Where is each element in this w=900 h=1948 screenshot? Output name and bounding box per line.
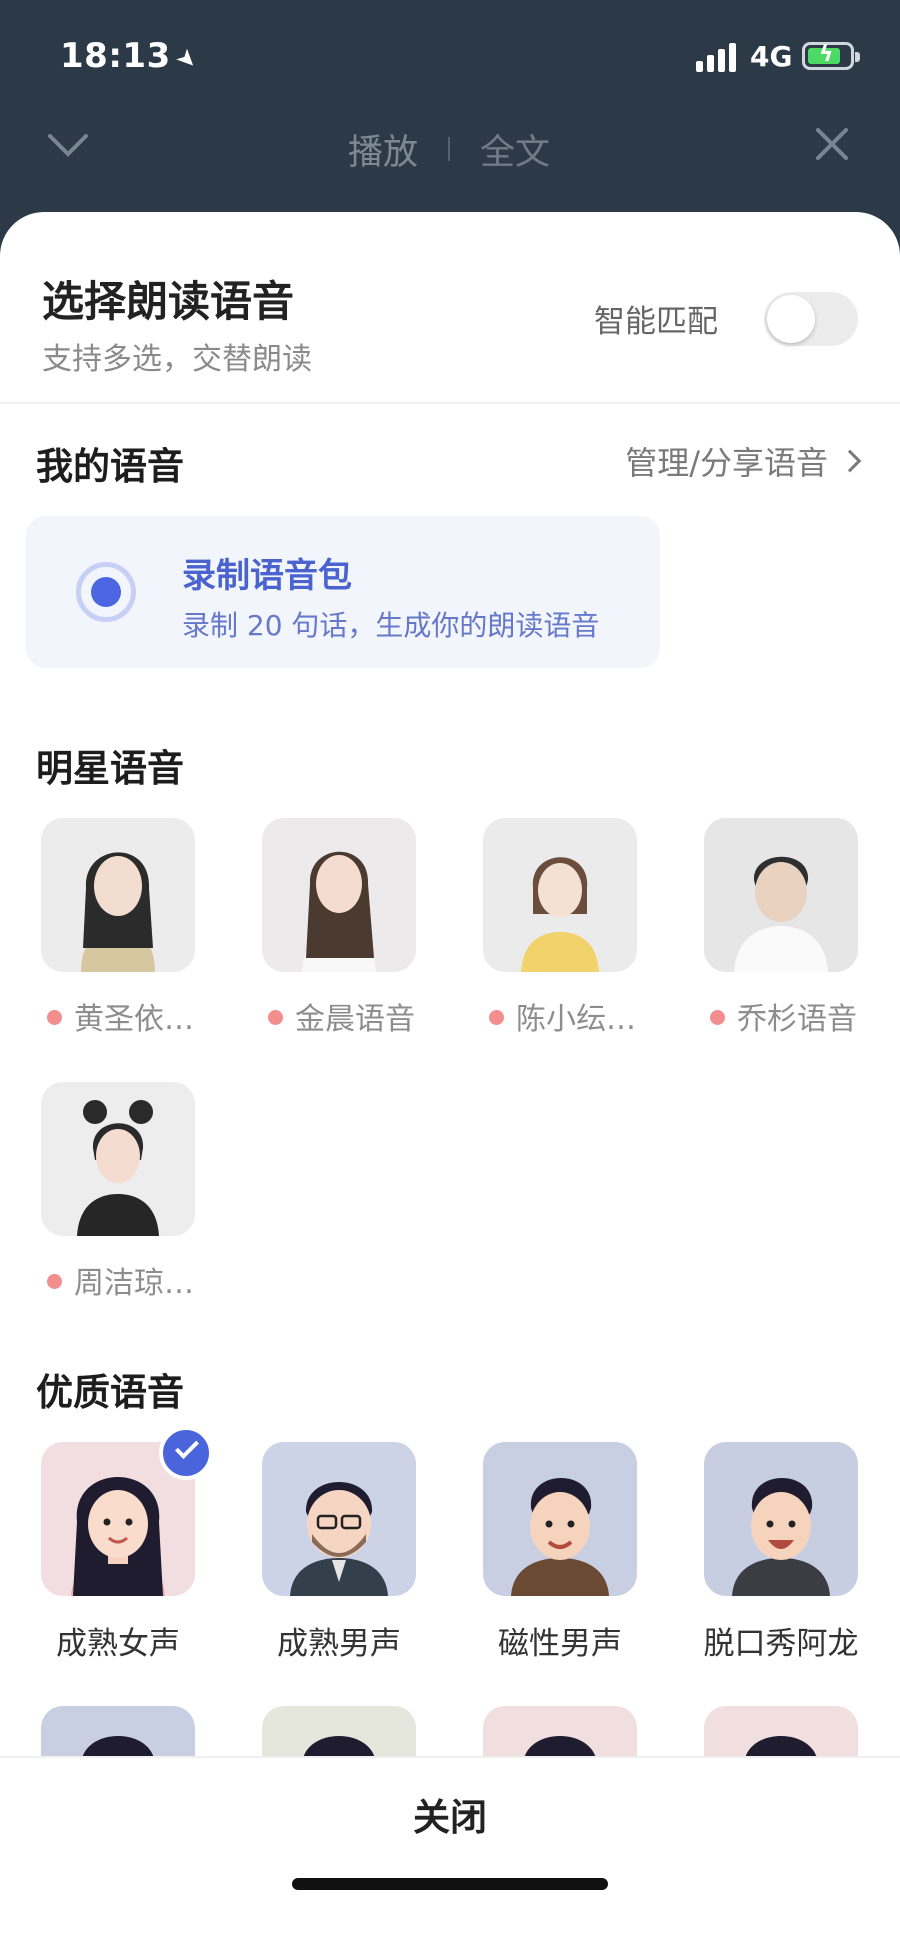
tab-play[interactable]: 播放 [348,124,418,175]
quality-voice-label: 成熟男声 [277,1626,401,1662]
sheet-title: 选择朗读语音 [42,277,295,326]
status-dot [268,1010,283,1025]
voice-select-sheet: 选择朗读语音 支持多选，交替朗读 智能匹配 我的语音 管理/分享语音 录制语音包… [0,212,900,1948]
battery-icon: ϟ [802,42,860,70]
celebrity-photo [483,818,637,972]
celebrity-voice-label: 陈小纭… [473,994,647,1038]
quality-voice-item[interactable]: 成熟女声 [31,1426,213,1662]
divider [0,402,900,404]
celebrity-photo [704,818,858,972]
celebrity-voice-label: 金晨语音 [252,994,426,1038]
smart-match-label: 智能匹配 [594,304,718,340]
cartoon-avatar [483,1442,637,1596]
status-dot [489,1010,504,1025]
my-voice-title: 我的语音 [36,445,184,488]
selected-check-icon [159,1426,213,1480]
status-dot [47,1274,62,1289]
quality-voice-label: 磁性男声 [498,1626,622,1662]
manage-share-link[interactable]: 管理/分享语音 [625,438,862,484]
tab-separator [448,137,451,161]
close-icon[interactable] [808,120,856,168]
record-radio[interactable] [76,562,136,622]
status-time: 18:13➤ [60,36,205,77]
record-title: 录制语音包 [182,556,352,596]
home-indicator[interactable] [292,1878,608,1890]
status-dot [47,1010,62,1025]
quality-voice-item[interactable]: 成熟男声 [252,1442,426,1662]
toggle-knob [767,295,815,343]
player-header: 播放 全文 [0,112,900,212]
quality-voice-label: 脱口秀阿龙 [703,1626,859,1662]
quality-voice-label: 成熟女声 [56,1626,180,1662]
celebrity-photo [262,818,416,972]
cartoon-avatar [262,1442,416,1596]
celebrity-voice-item[interactable]: 黄圣依… [31,818,205,1037]
signal-icon [696,42,738,72]
celebrity-voice-item[interactable]: 陈小纭… [473,818,647,1037]
record-voice-card[interactable]: 录制语音包 录制 20 句话，生成你的朗读语音 [26,516,660,668]
status-bar: 18:13➤ 4G ϟ [0,0,900,112]
quality-voice-item[interactable]: 磁性男声 [473,1442,647,1662]
smart-match-toggle[interactable] [764,292,858,346]
celebrity-voice-item[interactable]: 周洁琼… [31,1082,205,1301]
celebrity-photo [41,818,195,972]
celebrity-voice-item[interactable]: 金晨语音 [252,818,426,1037]
location-arrow-icon: ➤ [169,41,205,77]
quality-voice-item[interactable]: 脱口秀阿龙 [694,1442,868,1662]
celebrity-voice-label: 黄圣依… [31,994,205,1038]
celebrity-voice-title: 明星语音 [36,747,184,790]
header-tabs: 播放 全文 [348,124,550,174]
chevron-down-icon[interactable] [44,120,92,168]
tab-fulltext[interactable]: 全文 [480,124,550,175]
chevron-right-icon [838,449,862,473]
record-desc: 录制 20 句话，生成你的朗读语音 [182,609,600,642]
close-button[interactable]: 关闭 [0,1758,900,1870]
celebrity-photo [41,1082,195,1236]
quality-voice-title: 优质语音 [36,1371,184,1414]
network-label: 4G [750,40,793,73]
status-dot [710,1010,725,1025]
manage-share-label: 管理/分享语音 [625,444,828,482]
cartoon-avatar [704,1442,858,1596]
sheet-subtitle: 支持多选，交替朗读 [42,342,312,377]
celebrity-voice-label: 乔杉语音 [694,994,868,1038]
celebrity-voice-label: 周洁琼… [31,1258,205,1302]
celebrity-voice-item[interactable]: 乔杉语音 [694,818,868,1037]
bottom-bar: 关闭 [0,1756,900,1948]
